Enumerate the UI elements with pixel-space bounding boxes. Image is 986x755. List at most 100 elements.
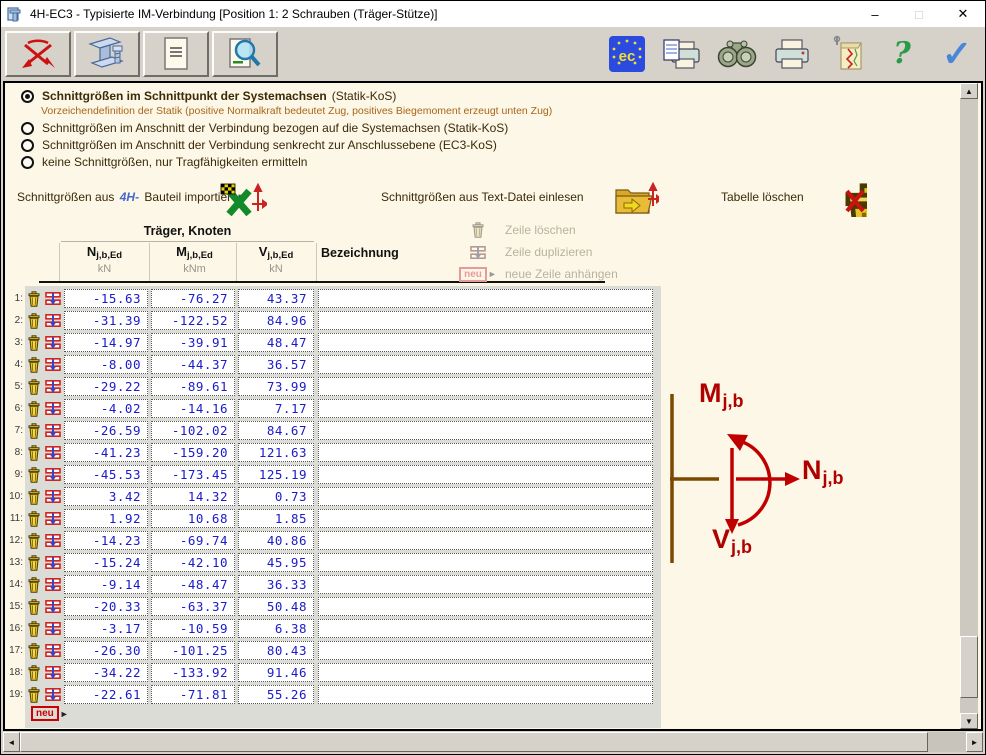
bezeichnung-cell[interactable] xyxy=(318,289,653,308)
tab-internal-forces[interactable] xyxy=(5,31,71,77)
duplicate-row-button[interactable] xyxy=(44,556,61,569)
duplicate-row-button[interactable] xyxy=(44,336,61,349)
tab-preview[interactable] xyxy=(212,31,278,77)
v-value-cell[interactable]: 84.67 xyxy=(238,421,314,440)
n-value-cell[interactable]: -45.53 xyxy=(64,465,148,484)
delete-row-button[interactable] xyxy=(27,555,41,571)
tab-document[interactable] xyxy=(143,31,209,77)
append-row-button[interactable]: neu ► xyxy=(31,706,69,721)
m-value-cell[interactable]: 14.32 xyxy=(151,487,235,506)
delete-row-button[interactable] xyxy=(27,379,41,395)
n-value-cell[interactable]: -14.23 xyxy=(64,531,148,550)
duplicate-row-button[interactable] xyxy=(44,490,61,503)
duplicate-row-button[interactable] xyxy=(44,380,61,393)
scroll-down-button[interactable]: ▼ xyxy=(960,713,978,729)
v-value-cell[interactable]: 36.57 xyxy=(238,355,314,374)
m-value-cell[interactable]: -44.37 xyxy=(151,355,235,374)
n-value-cell[interactable]: -22.61 xyxy=(64,685,148,704)
v-value-cell[interactable]: 40.86 xyxy=(238,531,314,550)
v-value-cell[interactable]: 55.26 xyxy=(238,685,314,704)
v-value-cell[interactable]: 45.95 xyxy=(238,553,314,572)
scroll-left-button[interactable]: ◄ xyxy=(3,732,20,752)
delete-row-button[interactable] xyxy=(27,357,41,373)
delete-row-button[interactable] xyxy=(27,621,41,637)
bezeichnung-cell[interactable] xyxy=(318,641,653,660)
delete-row-button[interactable] xyxy=(27,533,41,549)
n-value-cell[interactable]: -31.39 xyxy=(64,311,148,330)
bezeichnung-cell[interactable] xyxy=(318,421,653,440)
bezeichnung-cell[interactable] xyxy=(318,575,653,594)
delete-row-button[interactable] xyxy=(27,313,41,329)
duplicate-row-button[interactable] xyxy=(44,292,61,305)
delete-row-button[interactable] xyxy=(27,489,41,505)
v-value-cell[interactable]: 73.99 xyxy=(238,377,314,396)
minimize-button[interactable]: – xyxy=(853,2,897,27)
horizontal-scrollbar-thumb[interactable] xyxy=(20,732,928,752)
m-value-cell[interactable]: -63.37 xyxy=(151,597,235,616)
close-button[interactable]: ✕ xyxy=(941,2,985,27)
horizontal-scrollbar-track[interactable] xyxy=(928,732,966,752)
bezeichnung-cell[interactable] xyxy=(318,487,653,506)
v-value-cell[interactable]: 6.38 xyxy=(238,619,314,638)
v-value-cell[interactable]: 80.43 xyxy=(238,641,314,660)
m-value-cell[interactable]: -101.25 xyxy=(151,641,235,660)
v-value-cell[interactable]: 121.63 xyxy=(238,443,314,462)
delete-row-button[interactable] xyxy=(27,511,41,527)
n-value-cell[interactable]: -15.63 xyxy=(64,289,148,308)
bezeichnung-cell[interactable] xyxy=(318,663,653,682)
duplicate-row-button[interactable] xyxy=(44,358,61,371)
print-preview-button[interactable] xyxy=(662,34,702,74)
m-value-cell[interactable]: -39.91 xyxy=(151,333,235,352)
delete-row-button[interactable] xyxy=(27,335,41,351)
m-value-cell[interactable]: -71.81 xyxy=(151,685,235,704)
bezeichnung-cell[interactable] xyxy=(318,597,653,616)
bezeichnung-cell[interactable] xyxy=(318,685,653,704)
scroll-right-button[interactable]: ► xyxy=(966,732,983,752)
v-value-cell[interactable]: 91.46 xyxy=(238,663,314,682)
v-value-cell[interactable]: 7.17 xyxy=(238,399,314,418)
duplicate-row-button[interactable] xyxy=(44,644,61,657)
confirm-button[interactable]: ✓ xyxy=(937,34,977,74)
m-value-cell[interactable]: -173.45 xyxy=(151,465,235,484)
v-value-cell[interactable]: 125.19 xyxy=(238,465,314,484)
n-value-cell[interactable]: -26.59 xyxy=(64,421,148,440)
duplicate-row-button[interactable] xyxy=(44,578,61,591)
duplicate-row-button[interactable] xyxy=(44,534,61,547)
bezeichnung-cell[interactable] xyxy=(318,311,653,330)
m-value-cell[interactable]: -76.27 xyxy=(151,289,235,308)
bezeichnung-cell[interactable] xyxy=(318,531,653,550)
n-value-cell[interactable]: -15.24 xyxy=(64,553,148,572)
delete-row-button[interactable] xyxy=(27,445,41,461)
n-value-cell[interactable]: -8.00 xyxy=(64,355,148,374)
bezeichnung-cell[interactable] xyxy=(318,443,653,462)
duplicate-row-button[interactable] xyxy=(44,512,61,525)
n-value-cell[interactable]: 1.92 xyxy=(64,509,148,528)
delete-row-button[interactable] xyxy=(27,401,41,417)
duplicate-row-button[interactable] xyxy=(44,468,61,481)
m-value-cell[interactable]: -42.10 xyxy=(151,553,235,572)
bezeichnung-cell[interactable] xyxy=(318,553,653,572)
bezeichnung-cell[interactable] xyxy=(318,377,653,396)
duplicate-row-button[interactable] xyxy=(44,402,61,415)
maximize-button[interactable]: □ xyxy=(897,2,941,27)
scroll-up-button[interactable]: ▲ xyxy=(960,83,978,99)
duplicate-row-button[interactable] xyxy=(44,314,61,327)
m-value-cell[interactable]: -159.20 xyxy=(151,443,235,462)
n-value-cell[interactable]: -9.14 xyxy=(64,575,148,594)
v-value-cell[interactable]: 36.33 xyxy=(238,575,314,594)
delete-row-button[interactable] xyxy=(27,577,41,593)
m-value-cell[interactable]: -48.47 xyxy=(151,575,235,594)
duplicate-row-button[interactable] xyxy=(44,622,61,635)
bezeichnung-cell[interactable] xyxy=(318,619,653,638)
n-value-cell[interactable]: -41.23 xyxy=(64,443,148,462)
n-value-cell[interactable]: -4.02 xyxy=(64,399,148,418)
duplicate-row-button[interactable] xyxy=(44,446,61,459)
bezeichnung-cell[interactable] xyxy=(318,355,653,374)
n-value-cell[interactable]: -29.22 xyxy=(64,377,148,396)
v-value-cell[interactable]: 1.85 xyxy=(238,509,314,528)
bezeichnung-cell[interactable] xyxy=(318,333,653,352)
delete-row-button[interactable] xyxy=(27,687,41,703)
v-value-cell[interactable]: 43.37 xyxy=(238,289,314,308)
delete-row-button[interactable] xyxy=(27,665,41,681)
m-value-cell[interactable]: -89.61 xyxy=(151,377,235,396)
